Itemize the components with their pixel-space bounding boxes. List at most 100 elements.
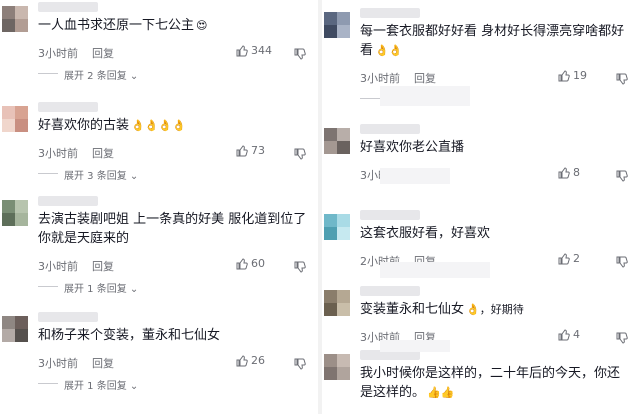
like-button[interactable]: 26 [236,354,265,367]
expand-line [360,98,380,99]
privacy-mask [380,86,470,106]
left-comment-column: 一人血书求还原一下七公主 😍 3小时前 回复 344 展开 2 条回复 ⌄ 好喜欢你的古装 👌… [0,0,318,414]
comment-text-body: 一人血书求还原一下七公主 [38,18,195,33]
thumbs-down-icon[interactable] [616,253,628,268]
like-button[interactable]: 4 [558,328,580,341]
comment-text: 好喜欢你的古装 👌👌👌👌 [38,116,310,135]
username-blurred[interactable] [360,286,420,296]
expand-replies[interactable]: 展开 2 条回复 ⌄ [38,67,139,82]
username-blurred[interactable] [38,312,98,322]
comment-text: 我小时候你是这样的，二十年后的今天，你还是这样的。 👍👍 [360,364,632,402]
thumbs-down-icon[interactable] [616,167,628,182]
thumbs-up-icon [558,69,570,81]
expand-replies[interactable]: 展开 1 条回复 ⌄ [38,280,139,295]
privacy-mask [380,340,450,352]
like-button[interactable]: 60 [236,257,265,270]
like-count: 26 [251,354,265,367]
expand-label: 展开 1 条回复 [64,284,127,295]
comment-meta: 3小时前 回复 [38,145,114,161]
comment-emoji: 👌，好期待 [466,303,524,316]
username-blurred[interactable] [360,124,420,134]
comment-meta: 3小时前 回复 [38,355,114,371]
like-count: 2 [573,252,580,265]
comment-meta: 3小时前 回复 [360,70,436,86]
reply-button[interactable]: 回复 [92,357,114,370]
thumbs-up-icon [558,252,570,264]
like-button[interactable]: 8 [558,166,580,179]
comment-text-body: 我小时候你是这样的，二十年后的今天，你还是这样的。 [360,366,621,400]
timestamp: 3小时前 [38,47,78,60]
timestamp: 3小时前 [38,260,78,273]
chevron-down-icon: ⌄ [126,381,139,392]
thumbs-down-icon[interactable] [294,45,306,60]
expand-line [38,383,58,384]
thumbs-up-icon [558,166,570,178]
like-button[interactable]: 73 [236,144,265,157]
reply-button[interactable]: 回复 [92,147,114,160]
expand-line [38,73,58,74]
expand-line [38,173,58,174]
avatar[interactable] [2,106,28,132]
timestamp: 3小时前 [360,72,400,85]
like-button[interactable]: 2 [558,252,580,265]
thumbs-down-icon[interactable] [616,329,628,344]
comment-text: 一人血书求还原一下七公主 😍 [38,16,310,35]
like-button[interactable]: 19 [558,69,587,82]
thumbs-up-icon [236,257,248,269]
like-count: 4 [573,328,580,341]
like-count: 73 [251,144,265,157]
chevron-down-icon: ⌄ [126,284,139,295]
expand-label: 展开 3 条回复 [64,171,127,182]
comment-emoji: 👌👌 [375,44,403,57]
privacy-mask [380,262,490,278]
comment-text: 好喜欢你老公直播 [360,138,632,157]
avatar[interactable] [2,316,28,342]
comment-meta: 3小时前 回复 [38,45,114,61]
thumbs-down-icon[interactable] [294,355,306,370]
avatar[interactable] [324,128,350,154]
username-blurred[interactable] [38,102,98,112]
thumbs-up-icon [236,44,248,56]
like-count: 344 [251,44,272,57]
chevron-down-icon: ⌄ [126,71,139,82]
expand-replies[interactable]: 展开 3 条回复 ⌄ [38,167,138,182]
thumbs-down-icon[interactable] [294,258,306,273]
thumbs-up-icon [236,354,248,366]
expand-label: 展开 1 条回复 [64,381,127,392]
reply-button[interactable]: 回复 [92,260,114,273]
comment-meta: 3小时前 回复 [38,258,114,274]
comment-text-body: 好喜欢你的古装 [38,118,130,133]
avatar[interactable] [2,6,28,32]
comment-text: 变装董永和七仙女 👌，好期待 [360,300,632,319]
thumbs-up-icon [558,328,570,340]
avatar[interactable] [324,354,350,380]
thumbs-down-icon[interactable] [616,70,628,85]
username-blurred[interactable] [360,8,420,18]
like-count: 60 [251,257,265,270]
reply-button[interactable]: 回复 [414,72,436,85]
comment-text-body: 这套衣服好看，好喜欢 [360,226,491,241]
avatar[interactable] [324,214,350,240]
expand-line [38,286,58,287]
expand-replies[interactable]: 展开 1 条回复 ⌄ [38,377,139,392]
username-blurred[interactable] [38,196,98,206]
username-blurred[interactable] [360,210,420,220]
like-button[interactable]: 344 [236,44,272,57]
comment-text: 和杨子来个变装，董永和七仙女 [38,326,310,345]
avatar[interactable] [2,200,28,226]
reply-button[interactable]: 回复 [92,47,114,60]
timestamp: 3小时前 [38,357,78,370]
thumbs-down-icon[interactable] [294,145,306,160]
comment-emoji: 👌👌👌👌 [131,119,186,132]
thumbs-up-icon [236,144,248,156]
comment-text-body: 和杨子来个变装，董永和七仙女 [38,328,221,343]
avatar[interactable] [324,290,350,316]
expand-label: 展开 2 条回复 [64,71,127,82]
privacy-mask [380,168,450,184]
right-comment-column: 每一套衣服都好好看 身材好长得漂亮穿啥都好看👌👌3小时前回复19展开 1 条回复… [322,0,640,414]
username-blurred[interactable] [38,2,98,12]
comment-text-body: 去演古装剧吧姐 上一条真的好美 服化道到位了 你就是天庭来的 [38,212,307,246]
like-count: 8 [573,166,580,179]
avatar[interactable] [324,12,350,38]
comment-text: 这套衣服好看，好喜欢 [360,224,632,243]
